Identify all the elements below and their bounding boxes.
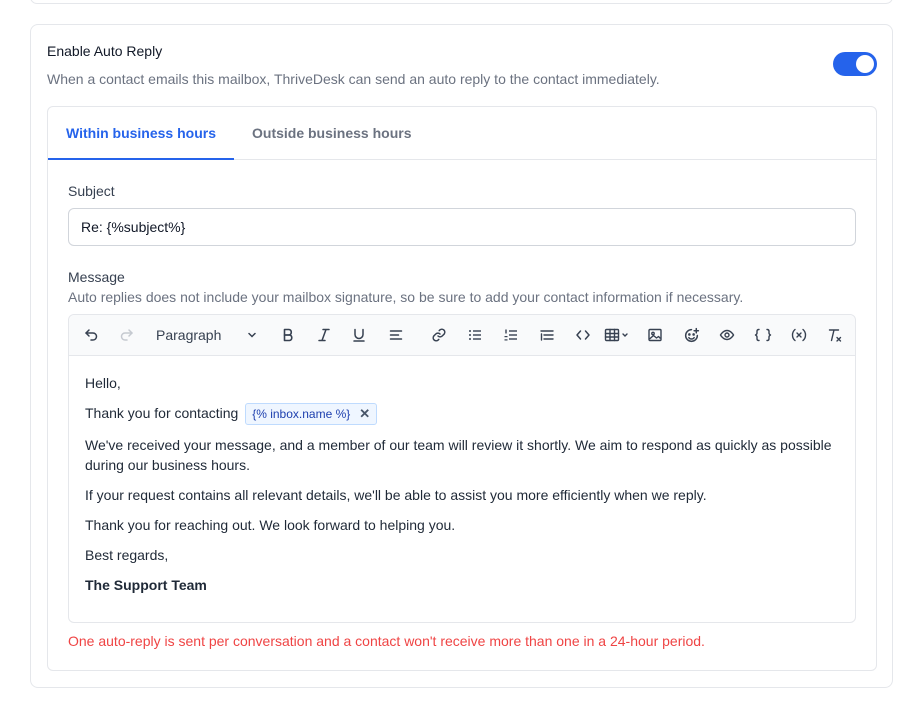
clear-format-icon[interactable] (825, 325, 845, 345)
image-icon[interactable] (645, 325, 665, 345)
message-help-text: Auto replies does not include your mailb… (68, 289, 744, 305)
paragraph-details: If your request contains all relevant de… (85, 487, 707, 504)
auto-reply-card: Enable Auto Reply When a contact emails … (30, 24, 893, 688)
toggle-knob (856, 55, 874, 73)
undo-icon[interactable] (81, 325, 101, 345)
business-hours-tabs: Within business hours Outside business h… (48, 107, 876, 160)
auto-reply-limit-note: One auto-reply is sent per conversation … (68, 633, 705, 649)
numbered-list-icon[interactable] (501, 325, 521, 345)
greeting-line: Hello, (85, 375, 121, 391)
braces-icon[interactable] (753, 325, 773, 345)
paragraph-thanks: Thank you for reaching out. We look forw… (85, 517, 456, 534)
thanks-line: Thank you for contacting {% inbox.name %… (85, 403, 845, 426)
auto-reply-description: When a contact emails this mailbox, Thri… (47, 71, 660, 87)
chevron-down-icon (246, 329, 258, 341)
variable-chip[interactable]: {% inbox.name %} ✕ (245, 403, 378, 426)
message-label: Message (68, 269, 125, 285)
signature-line: The Support Team (85, 577, 207, 594)
bold-icon[interactable] (278, 325, 298, 345)
closing-line: Best regards, (85, 547, 169, 564)
bullet-list-icon[interactable] (465, 325, 485, 345)
block-format-label: Paragraph (156, 327, 222, 343)
message-editor[interactable]: Paragraph Hello, Thank you for contactin… (68, 314, 856, 623)
code-icon[interactable] (573, 325, 593, 345)
tab-outside-business-hours[interactable]: Outside business hours (252, 107, 411, 160)
redo-icon[interactable] (117, 325, 137, 345)
remove-variable-icon[interactable]: ✕ (359, 404, 370, 424)
editor-toolbar: Paragraph (69, 315, 855, 356)
variable-chip-label: {% inbox.name %} (252, 407, 351, 422)
tab-within-business-hours[interactable]: Within business hours (48, 107, 234, 160)
paragraph-received: We've received your message, and a membe… (85, 437, 832, 474)
preview-icon[interactable] (717, 325, 737, 345)
italic-icon[interactable] (314, 325, 334, 345)
auto-reply-toggle[interactable] (833, 52, 877, 76)
editor-content[interactable]: Hello, Thank you for contacting {% inbox… (85, 373, 845, 605)
auto-reply-title: Enable Auto Reply (47, 43, 163, 59)
thanks-text: Thank you for contacting (85, 405, 239, 421)
emoji-icon[interactable] (681, 325, 701, 345)
link-icon[interactable] (429, 325, 449, 345)
auto-reply-panel: Within business hours Outside business h… (47, 106, 877, 671)
subject-label: Subject (68, 183, 115, 199)
previous-card (30, 0, 893, 4)
align-icon[interactable] (386, 325, 406, 345)
subject-input[interactable]: Re: {%subject%} (68, 208, 856, 246)
variable-icon[interactable] (789, 325, 809, 345)
indent-list-icon[interactable] (537, 325, 557, 345)
block-format-select[interactable]: Paragraph (156, 325, 256, 345)
underline-icon[interactable] (349, 325, 369, 345)
table-icon[interactable] (602, 325, 634, 345)
